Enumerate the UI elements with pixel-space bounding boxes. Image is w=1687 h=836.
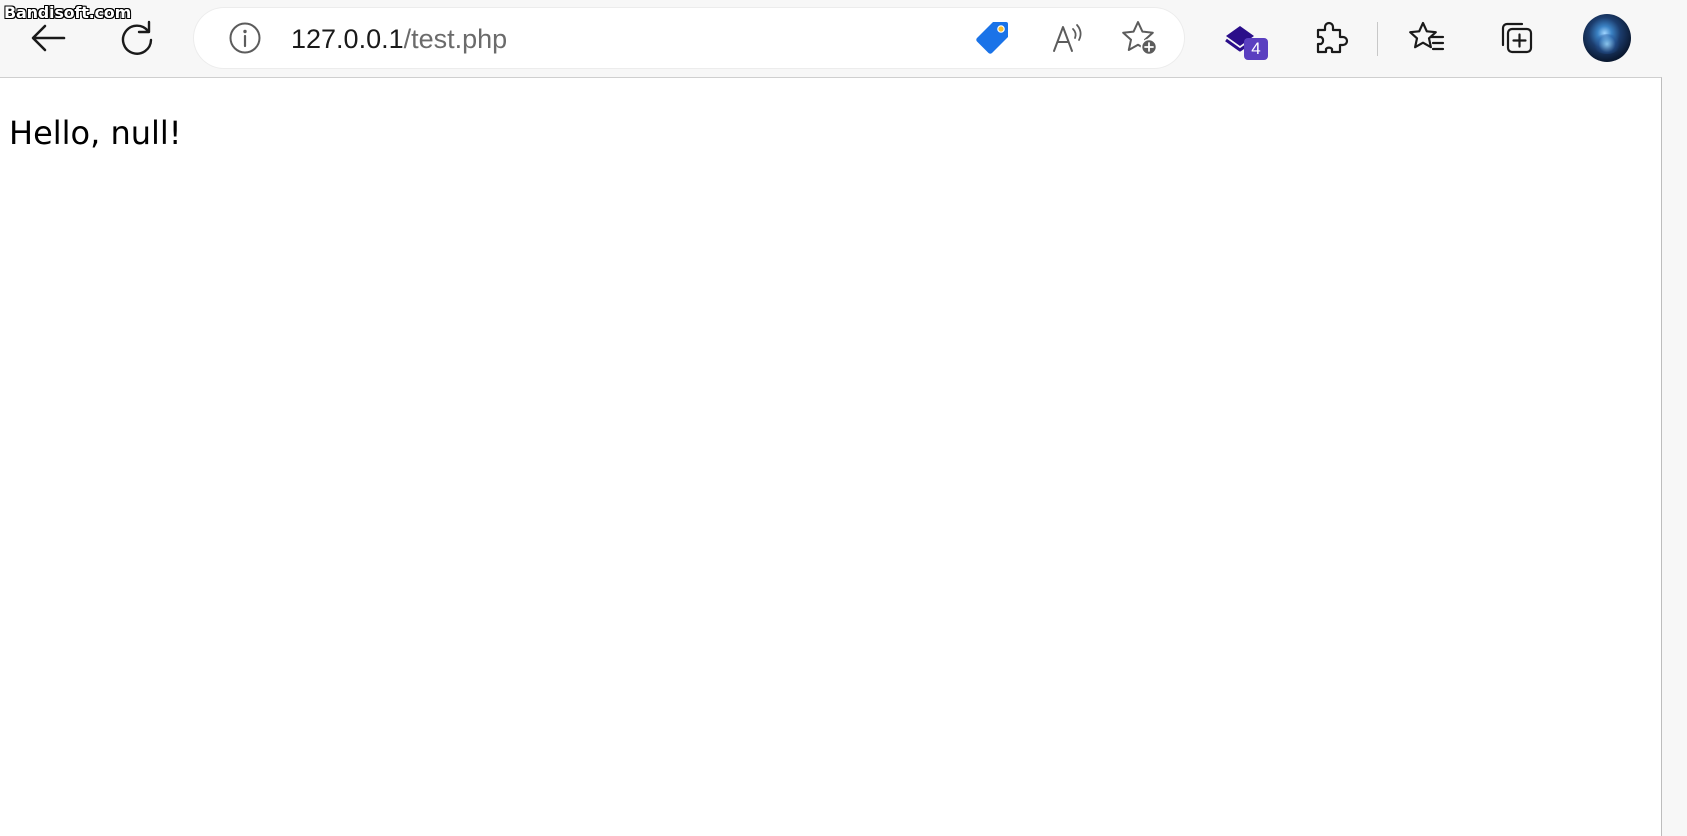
read-aloud-button[interactable] [1044,14,1092,62]
page-content: Hello, null! [0,77,1662,836]
url-path: /test.php [403,24,508,54]
shopping-button[interactable] [968,14,1016,62]
extensions-button[interactable] [1306,14,1354,62]
collections-icon [1496,18,1536,58]
url-text[interactable]: 127.0.0.1/test.php [291,24,507,54]
back-arrow-icon [28,18,68,58]
browser-window: Bandisoft.com 127.0.0.1/test.php 4 Hello… [0,0,1687,836]
add-favorite-star-icon [1120,18,1160,58]
add-favorite-button[interactable] [1116,14,1164,62]
profile-avatar[interactable] [1583,14,1631,62]
address-bar[interactable]: 127.0.0.1/test.php [194,8,1184,68]
recorder-watermark: Bandisoft.com [4,3,132,22]
refresh-icon [117,18,157,58]
favorites-button[interactable] [1403,14,1451,62]
site-info-button[interactable] [221,14,269,62]
browser-toolbar: 127.0.0.1/test.php 4 [0,0,1687,77]
extension-badge: 4 [1244,38,1268,60]
price-tag-icon [973,19,1011,57]
page-body-text: Hello, null! [9,114,182,152]
collections-button[interactable] [1492,14,1540,62]
favorites-star-list-icon [1407,18,1447,58]
puzzle-icon [1310,18,1350,58]
read-aloud-icon [1049,19,1087,57]
toolbar-divider [1377,22,1378,56]
url-host: 127.0.0.1 [291,24,404,54]
info-icon [228,21,262,55]
extension-button[interactable]: 4 [1218,14,1268,62]
